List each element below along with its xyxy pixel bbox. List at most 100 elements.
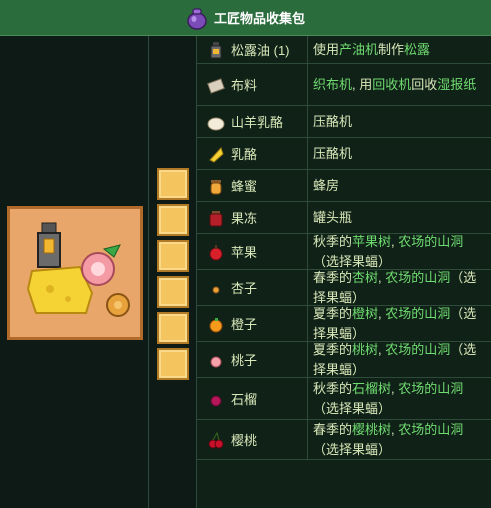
truffle-oil-icon bbox=[210, 41, 222, 58]
item-name-cell: 桃子 bbox=[197, 342, 308, 377]
item-source-cell: 压酪机 bbox=[308, 138, 486, 169]
peach-icon bbox=[210, 356, 222, 367]
item-name-cell: 石榴 bbox=[197, 378, 308, 419]
source-text: 制作 bbox=[378, 41, 405, 57]
bundle-picture-pane bbox=[0, 36, 148, 508]
cloth-icon bbox=[207, 77, 225, 94]
source-text: 秋季的 bbox=[313, 380, 353, 396]
source-link[interactable]: 松露 bbox=[404, 42, 430, 57]
jelly-icon bbox=[209, 210, 223, 226]
item-row: 苹果 秋季的苹果树, 农场的山洞（选择果蝠） bbox=[197, 234, 491, 270]
item-source-cell: 蜂房 bbox=[308, 170, 486, 201]
source-link[interactable]: 农场的山洞 bbox=[398, 381, 463, 396]
item-name: 蜂蜜 bbox=[231, 179, 258, 194]
item-name-cell: 樱桃 bbox=[197, 420, 308, 459]
source-link[interactable]: 产油机 bbox=[339, 42, 378, 57]
cherry-icon bbox=[208, 431, 224, 448]
cheese-icon bbox=[209, 146, 224, 163]
source-text: （选择果蝠） bbox=[313, 441, 392, 457]
source-link[interactable]: 织布机 bbox=[313, 77, 352, 92]
source-text: 秋季的 bbox=[313, 233, 353, 249]
item-row: 乳酪 压酪机 bbox=[197, 138, 491, 170]
item-row: 石榴 秋季的石榴树, 农场的山洞（选择果蝠） bbox=[197, 378, 491, 420]
item-source-cell: 织布机, 用回收机回收湿报纸 bbox=[308, 64, 486, 105]
apple-icon bbox=[209, 244, 223, 260]
source-link[interactable]: 苹果树 bbox=[352, 234, 391, 249]
item-row: 布料 织布机, 用回收机回收湿报纸 bbox=[197, 64, 491, 106]
item-source-cell: 夏季的桃树, 农场的山洞（选择果蝠） bbox=[308, 342, 486, 377]
source-link[interactable]: 农场的山洞 bbox=[385, 306, 450, 321]
item-source-cell: 罐头瓶 bbox=[308, 202, 486, 233]
item-name-cell: 杏子 bbox=[197, 270, 308, 305]
item-name-cell: 山羊乳酪 bbox=[197, 106, 308, 137]
bundle-slot[interactable] bbox=[157, 168, 189, 200]
item-row: 蜂蜜 蜂房 bbox=[197, 170, 491, 202]
item-name: 果冻 bbox=[231, 211, 258, 226]
source-link[interactable]: 回收机 bbox=[372, 77, 411, 92]
apricot-icon bbox=[212, 286, 220, 293]
source-link[interactable]: 桃树 bbox=[352, 342, 378, 357]
item-row: 松露油 (1) 使用产油机制作松露 bbox=[197, 36, 491, 64]
bundle-slot[interactable] bbox=[157, 276, 189, 308]
item-name-cell: 布料 bbox=[197, 64, 308, 105]
source-link[interactable]: 杏树 bbox=[352, 270, 378, 285]
item-source-cell: 秋季的苹果树, 农场的山洞（选择果蝠） bbox=[308, 234, 486, 269]
source-link[interactable]: 樱桃树 bbox=[352, 422, 391, 437]
item-source-cell: 春季的樱桃树, 农场的山洞（选择果蝠） bbox=[308, 420, 486, 459]
item-name-cell: 橙子 bbox=[197, 306, 308, 341]
item-row: 山羊乳酪 压酪机 bbox=[197, 106, 491, 138]
source-link[interactable]: 橙树 bbox=[352, 306, 378, 321]
item-name-cell: 蜂蜜 bbox=[197, 170, 308, 201]
source-text: 春季的 bbox=[313, 421, 353, 437]
bundle-header: 工匠物品收集包 bbox=[0, 0, 491, 36]
item-row: 橙子 夏季的橙树, 农场的山洞（选择果蝠） bbox=[197, 306, 491, 342]
orange-icon bbox=[209, 317, 223, 332]
source-text: 压酪机 bbox=[313, 113, 353, 129]
item-source-cell: 秋季的石榴树, 农场的山洞（选择果蝠） bbox=[308, 378, 486, 419]
artisan-goods-illustration bbox=[26, 222, 130, 317]
item-row: 杏子 春季的杏树, 农场的山洞（选择果蝠） bbox=[197, 270, 491, 306]
source-text: 回收 bbox=[411, 76, 438, 92]
item-name: 樱桃 bbox=[231, 433, 258, 448]
bundle-title: 工匠物品收集包 bbox=[213, 11, 305, 26]
item-name-cell: 苹果 bbox=[197, 234, 308, 269]
item-source-cell: 压酪机 bbox=[308, 106, 486, 137]
item-row: 桃子 夏季的桃树, 农场的山洞（选择果蝠） bbox=[197, 342, 491, 378]
source-text: （选择果蝠） bbox=[313, 400, 392, 416]
source-link[interactable]: 农场的山洞 bbox=[398, 422, 463, 437]
source-link[interactable]: 石榴树 bbox=[352, 381, 391, 396]
bundle-slot[interactable] bbox=[157, 204, 189, 236]
item-name: 山羊乳酪 bbox=[231, 115, 284, 130]
item-row: 果冻 罐头瓶 bbox=[197, 202, 491, 234]
source-text: （选择果蝠） bbox=[313, 253, 392, 269]
source-link[interactable]: 农场的山洞 bbox=[385, 342, 450, 357]
honey-icon bbox=[210, 179, 222, 194]
source-text: 夏季的 bbox=[313, 341, 353, 357]
source-link[interactable]: 农场的山洞 bbox=[398, 234, 463, 249]
item-row: 樱桃 春季的樱桃树, 农场的山洞（选择果蝠） bbox=[197, 420, 491, 460]
item-source-cell: 夏季的橙树, 农场的山洞（选择果蝠） bbox=[308, 306, 486, 341]
item-table: 松露油 (1) 使用产油机制作松露 布料 织布机, 用回收机回收湿报纸 山羊乳酪 压酪机乳… bbox=[196, 36, 491, 508]
item-name: 石榴 bbox=[231, 392, 258, 407]
item-name-cell: 果冻 bbox=[197, 202, 308, 233]
source-text: 夏季的 bbox=[313, 305, 353, 321]
item-name: 布料 bbox=[231, 78, 258, 93]
source-text: 使用 bbox=[313, 41, 340, 57]
item-source-cell: 春季的杏树, 农场的山洞（选择果蝠） bbox=[308, 270, 486, 305]
bundle-slot[interactable] bbox=[157, 348, 189, 380]
item-name-cell: 松露油 (1) bbox=[197, 36, 308, 63]
item-source-cell: 使用产油机制作松露 bbox=[308, 36, 486, 63]
source-link[interactable]: 湿报纸 bbox=[437, 77, 476, 92]
source-text: 罐头瓶 bbox=[313, 209, 353, 225]
bundle-slot[interactable] bbox=[157, 240, 189, 272]
item-name: 橙子 bbox=[231, 317, 258, 332]
source-text: 蜂房 bbox=[313, 177, 340, 193]
pomegranate-icon bbox=[210, 395, 222, 406]
source-link[interactable]: 农场的山洞 bbox=[385, 270, 450, 285]
bundle-slot-column bbox=[148, 36, 197, 508]
item-name: 松露油 (1) bbox=[231, 43, 290, 58]
bundle-slot[interactable] bbox=[157, 312, 189, 344]
source-text: , 用 bbox=[352, 76, 373, 92]
source-text: 压酪机 bbox=[313, 145, 353, 161]
item-name: 杏子 bbox=[231, 281, 258, 296]
